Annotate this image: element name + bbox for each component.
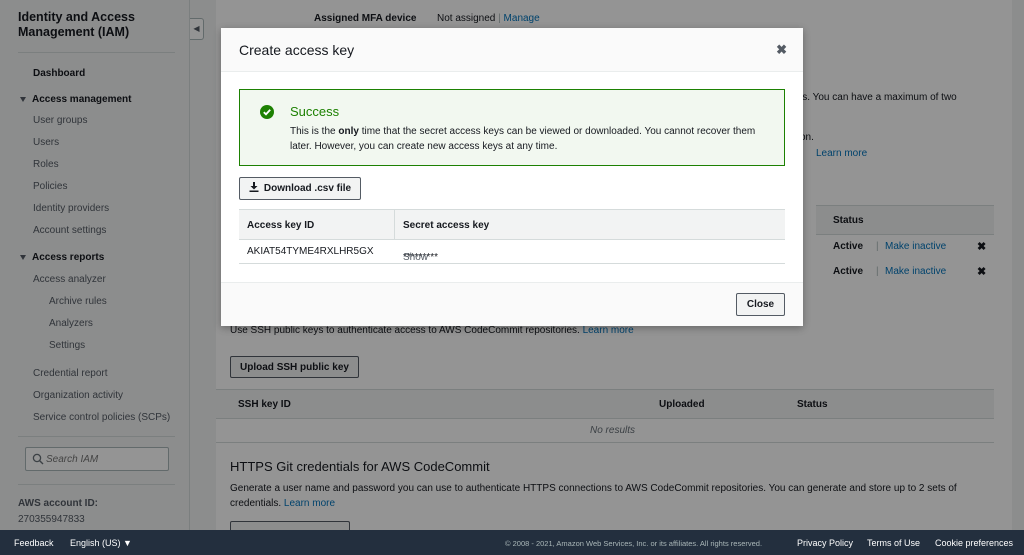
- table-row: AKIAT54TYME4RXLHR5GX ********* Show: [239, 240, 785, 264]
- success-text: time that the secret access keys can be …: [290, 126, 756, 152]
- show-secret-link[interactable]: Show: [403, 252, 428, 263]
- create-access-key-modal: Create access key ✖ Success This is the …: [221, 28, 803, 326]
- cookie-preferences-link[interactable]: Cookie preferences: [935, 538, 1013, 548]
- download-label: Download .csv file: [263, 183, 352, 194]
- success-alert: Success This is the only time that the s…: [239, 89, 785, 166]
- download-icon: [249, 182, 259, 192]
- access-key-id-column: Access key ID: [247, 220, 315, 231]
- success-text: This is the: [290, 126, 339, 137]
- modal-title: Create access key: [239, 42, 355, 58]
- close-icon[interactable]: ✖: [776, 42, 787, 58]
- download-csv-button[interactable]: Download .csv file: [239, 177, 361, 200]
- modal-footer: Close: [221, 282, 803, 326]
- secret-access-key-column: Secret access key: [403, 220, 490, 231]
- language-selector[interactable]: English (US) ▼: [70, 538, 132, 548]
- success-check-icon: [260, 105, 274, 119]
- success-emphasis: only: [338, 126, 359, 137]
- access-key-table: Access key ID Secret access key AKIAT54T…: [239, 209, 785, 264]
- close-button[interactable]: Close: [736, 293, 785, 316]
- copyright-text: © 2008 - 2021, Amazon Web Services, Inc.…: [505, 539, 763, 548]
- feedback-link[interactable]: Feedback: [14, 538, 54, 548]
- modal-header: Create access key ✖: [221, 28, 803, 72]
- column-divider: [394, 210, 395, 239]
- access-key-table-header: Access key ID Secret access key: [239, 209, 785, 240]
- success-title: Success: [290, 104, 340, 119]
- success-message: This is the only time that the secret ac…: [290, 124, 770, 154]
- console-footer: Feedback English (US) ▼ © 2008 - 2021, A…: [0, 530, 1024, 555]
- privacy-policy-link[interactable]: Privacy Policy: [797, 538, 853, 548]
- access-key-id-value[interactable]: AKIAT54TYME4RXLHR5GX: [247, 246, 374, 257]
- terms-of-use-link[interactable]: Terms of Use: [867, 538, 920, 548]
